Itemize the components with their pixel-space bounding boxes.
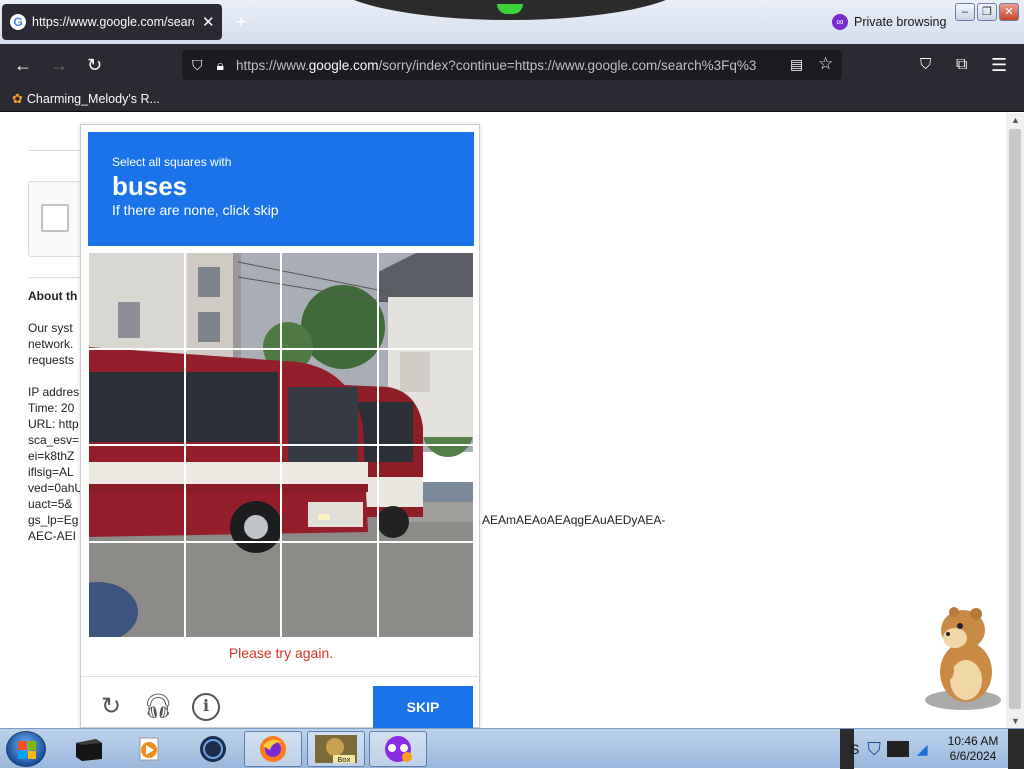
hamster-desktop-pet[interactable] bbox=[918, 600, 1008, 712]
private-mask-icon: ∞ bbox=[832, 14, 848, 30]
show-desktop-button[interactable] bbox=[1008, 729, 1024, 769]
shield-tray-icon[interactable]: ⛉ bbox=[867, 739, 881, 760]
request-details: IP addres Time: 20 URL: http sca_esv= ei… bbox=[28, 385, 84, 543]
tab-title: https://www.google.com/search bbox=[32, 15, 194, 29]
tray-letter: S bbox=[850, 741, 860, 757]
scroll-up-icon[interactable]: ▲ bbox=[1011, 115, 1020, 125]
close-window-button[interactable]: ✕ bbox=[999, 3, 1019, 21]
new-tab-button[interactable]: + bbox=[236, 12, 247, 33]
system-tray: S ⛉ ◢ bbox=[850, 731, 938, 767]
start-button[interactable] bbox=[6, 731, 46, 767]
padlock-icon[interactable]: 🔒︎ bbox=[217, 57, 224, 74]
challenge-tiles bbox=[88, 252, 474, 638]
browser-tab[interactable]: G https://www.google.com/search ✕ bbox=[2, 4, 222, 40]
taskbar-app-media-player[interactable] bbox=[120, 731, 178, 767]
captcha-tile[interactable] bbox=[184, 252, 281, 349]
pocket-icon[interactable]: ⛉ bbox=[920, 55, 931, 75]
captcha-tile[interactable] bbox=[184, 445, 281, 542]
private-browsing-indicator: ∞ Private browsing bbox=[832, 14, 946, 30]
menu-hamburger-icon[interactable]: ☰ bbox=[991, 55, 1007, 75]
reader-view-icon[interactable]: ▤ bbox=[790, 56, 803, 73]
taskbar-app-private-browsing[interactable] bbox=[369, 731, 427, 767]
black-box-app-icon bbox=[76, 739, 102, 761]
captcha-tile[interactable] bbox=[88, 541, 185, 638]
captcha-tile[interactable] bbox=[184, 541, 281, 638]
scroll-thumb[interactable] bbox=[1009, 129, 1021, 709]
info-icon[interactable]: i bbox=[192, 693, 220, 721]
bookmark-star-icon[interactable]: ☆ bbox=[818, 54, 833, 74]
captcha-tile[interactable] bbox=[281, 541, 378, 638]
recaptcha-anchor-box bbox=[28, 181, 88, 257]
bookmark-item[interactable]: ✿ Charming_Melody's R... bbox=[12, 91, 160, 107]
challenge-target: buses bbox=[112, 171, 188, 201]
maximize-button[interactable]: ❐ bbox=[977, 3, 997, 21]
firefox-icon bbox=[260, 736, 286, 762]
about-heading: About th bbox=[28, 289, 78, 303]
volume-tray-icon[interactable]: ◢ bbox=[917, 741, 928, 758]
challenge-header: Select all squares with buses If there a… bbox=[88, 132, 474, 246]
clock-time: 10:46 AM bbox=[947, 734, 999, 748]
private-browsing-label: Private browsing bbox=[854, 15, 947, 29]
captcha-tile[interactable] bbox=[377, 252, 474, 349]
back-arrow-icon[interactable]: ← bbox=[14, 55, 32, 75]
windows-logo-icon bbox=[18, 741, 36, 759]
bookmarks-toolbar: ✿ Charming_Melody's R... bbox=[0, 86, 1024, 112]
box-game-icon: Box bbox=[315, 735, 357, 764]
tab-close-icon[interactable]: ✕ bbox=[202, 13, 215, 31]
challenge-instruction: Select all squares with bbox=[112, 155, 232, 169]
footer-divider bbox=[81, 676, 481, 677]
tracking-shield-icon[interactable]: ⛉ bbox=[192, 57, 203, 74]
page-scrollbar[interactable]: ▲ ▼ bbox=[1006, 113, 1024, 728]
challenge-hint: If there are none, click skip bbox=[112, 202, 279, 218]
captcha-tile[interactable] bbox=[88, 252, 185, 349]
google-favicon-icon: G bbox=[10, 14, 26, 30]
challenge-image-grid bbox=[88, 252, 474, 638]
url-text[interactable]: https://www.google.com/sorry/index?conti… bbox=[236, 58, 776, 73]
recaptcha-challenge: Select all squares with buses If there a… bbox=[80, 124, 481, 728]
window-controls: – ❐ ✕ bbox=[955, 3, 1021, 21]
info-paragraph: Our syst network. requests bbox=[28, 321, 75, 367]
captcha-tile[interactable] bbox=[377, 445, 474, 542]
network-tray-icon[interactable] bbox=[886, 741, 909, 757]
captcha-tile[interactable] bbox=[281, 445, 378, 542]
captcha-tile[interactable] bbox=[88, 445, 185, 542]
extensions-puzzle-icon[interactable]: ⧉ bbox=[956, 55, 967, 75]
browser-titlebar: G https://www.google.com/search ✕ + ∞ Pr… bbox=[0, 0, 1024, 44]
globe-app-icon bbox=[200, 736, 226, 762]
divider bbox=[28, 150, 88, 151]
clock-date: 6/6/2024 bbox=[949, 749, 997, 763]
divider bbox=[28, 277, 88, 278]
taskbar-app-black-box[interactable] bbox=[60, 731, 118, 767]
taskbar-app-firefox[interactable] bbox=[244, 731, 302, 767]
taskbar-app-box-game[interactable]: Box bbox=[307, 731, 365, 767]
windows-taskbar: Box S ⛉ ◢ 10:46 AM 6/6/2024 bbox=[0, 728, 1024, 769]
reload-icon[interactable]: ↻ bbox=[97, 693, 125, 721]
challenge-error-message: Please try again. bbox=[228, 645, 334, 661]
reload-page-icon[interactable]: ↻ bbox=[87, 55, 102, 75]
minimize-button[interactable]: – bbox=[955, 3, 975, 21]
bookmark-favicon-icon: ✿ bbox=[12, 91, 23, 106]
box-label: Box bbox=[337, 756, 350, 764]
captcha-tile[interactable] bbox=[88, 348, 185, 445]
taskbar-clock[interactable]: 10:46 AM 6/6/2024 bbox=[940, 734, 1006, 764]
forward-arrow-icon[interactable]: → bbox=[50, 55, 68, 75]
title-bump-decoration bbox=[330, 0, 690, 20]
taskbar-app-globe[interactable] bbox=[184, 731, 242, 767]
captcha-tile[interactable] bbox=[281, 348, 378, 445]
headphones-icon[interactable]: 🎧︎ bbox=[143, 693, 173, 721]
details-overflow-text: AEAmAEAoAEAqgEAuAEDyAEA- bbox=[482, 513, 666, 527]
media-player-icon bbox=[139, 737, 159, 761]
address-bar[interactable]: ⛉ 🔒︎ https://www.google.com/sorry/index?… bbox=[182, 50, 842, 80]
captcha-tile[interactable] bbox=[184, 348, 281, 445]
captcha-tile[interactable] bbox=[377, 541, 474, 638]
private-browsing-icon bbox=[385, 736, 412, 762]
bookmark-label: Charming_Melody's R... bbox=[26, 92, 160, 106]
captcha-tile[interactable] bbox=[377, 348, 474, 445]
navigation-toolbar: ← → ↻ ⛉ 🔒︎ https://www.google.com/sorry/… bbox=[0, 44, 1024, 86]
skip-button[interactable]: SKIP bbox=[373, 686, 473, 728]
captcha-tile[interactable] bbox=[281, 252, 378, 349]
recaptcha-checkbox[interactable] bbox=[41, 204, 69, 232]
scroll-down-icon[interactable]: ▼ bbox=[1011, 716, 1020, 726]
